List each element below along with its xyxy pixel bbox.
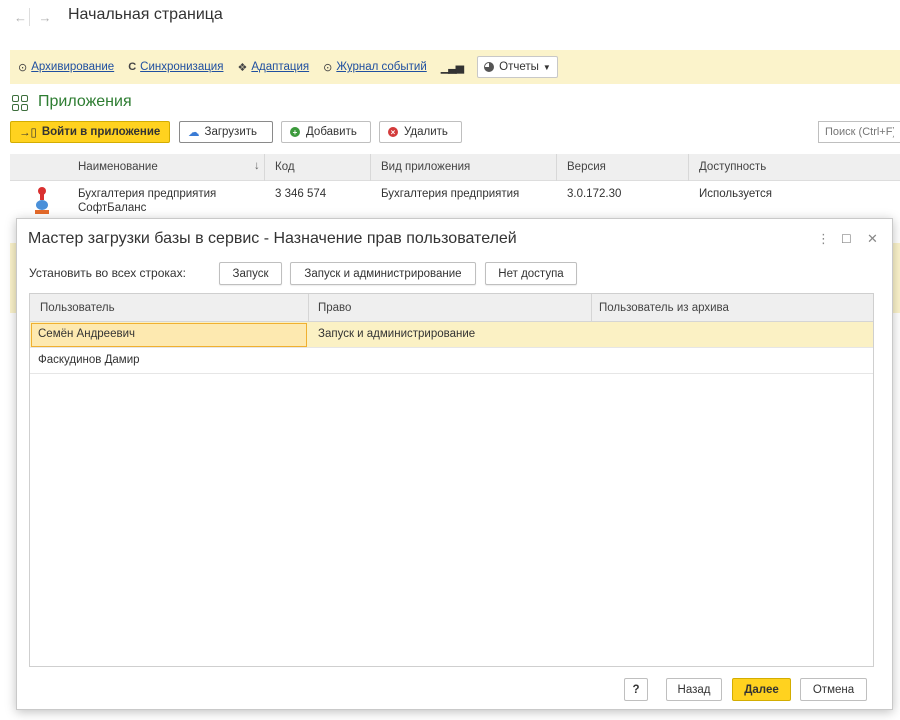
login-app-label: Войти в приложение (41, 126, 161, 138)
stats-command[interactable]: ▁▃▅ (440, 61, 464, 74)
back-step-button[interactable]: Назад (666, 678, 722, 701)
row-user[interactable]: Фаскудинов Дамир (38, 354, 140, 366)
login-icon: →▯ (19, 127, 37, 139)
search-input[interactable] (818, 121, 900, 143)
close-icon[interactable]: ✕ (867, 231, 878, 247)
dialog-title: Мастер загрузки базы в сервис - Назначен… (28, 230, 517, 247)
plus-icon: + (290, 127, 300, 137)
col-archive-user-header[interactable]: Пользователь из архива (599, 302, 729, 314)
col-code-header[interactable]: Код (275, 161, 295, 173)
row-user[interactable]: Семён Андреевич (38, 328, 135, 340)
delete-button[interactable]: × Удалить (379, 121, 462, 143)
section-title: Приложения (38, 93, 132, 110)
upload-button[interactable]: ☁ Загрузить (179, 121, 273, 143)
help-button[interactable]: ? (624, 678, 648, 701)
app-name-line2[interactable]: СофтБаланс (78, 202, 146, 214)
event-log-command[interactable]: ⊙ Журнал событий (323, 61, 427, 74)
adaptation-command[interactable]: ❖ Адаптация (237, 61, 309, 74)
app-version[interactable]: 3.0.172.30 (567, 188, 621, 200)
upload-wizard-dialog: Мастер загрузки базы в сервис - Назначен… (16, 218, 893, 710)
app-logo-icon (35, 187, 49, 214)
col-name-header[interactable]: Наименование (78, 161, 158, 173)
archive-command[interactable]: ⊙ Архивирование (18, 61, 114, 74)
col-user-header[interactable]: Пользователь (40, 302, 115, 314)
refresh-icon: C (128, 61, 137, 73)
cloud-upload-icon: ☁ (188, 127, 200, 139)
row-right[interactable]: Запуск и администрирование (318, 328, 475, 340)
delete-icon: × (388, 127, 398, 137)
adaptation-link[interactable]: Адаптация (251, 61, 309, 73)
event-log-link[interactable]: Журнал событий (336, 61, 426, 73)
app-code[interactable]: 3 346 574 (275, 188, 326, 200)
arrow-left-icon: ← (14, 9, 27, 25)
col-right-header[interactable]: Право (318, 302, 351, 314)
set-all-rows-label: Установить во всех строках: (29, 266, 186, 280)
reports-dropdown[interactable]: Отчеты ▼ (477, 56, 558, 78)
col-version-header[interactable]: Версия (567, 161, 606, 173)
puzzle-icon: ❖ (237, 61, 248, 74)
app-availability[interactable]: Используется (699, 188, 772, 200)
apps-grid-icon (12, 95, 28, 111)
set-no-access-button[interactable]: Нет доступа (485, 262, 577, 285)
sort-down-icon[interactable]: ↓ (254, 160, 260, 172)
back-button[interactable]: ← (12, 8, 30, 26)
command-bar: ⊙ Архивирование C Синхронизация ❖ Адапта… (10, 50, 900, 84)
more-options-icon[interactable]: ⋮ (817, 231, 830, 247)
cancel-button[interactable]: Отмена (800, 678, 867, 701)
login-app-button[interactable]: →▯ Войти в приложение (10, 121, 170, 143)
upload-label: Загрузить (204, 126, 258, 138)
arrow-right-icon: → (38, 9, 52, 25)
user-rights-table: Пользователь Право Пользователь из архив… (29, 293, 874, 667)
pie-chart-icon (484, 62, 495, 72)
table-row[interactable]: Семён Андреевич Запуск и администрирован… (30, 322, 873, 348)
user-rights-header: Пользователь Право Пользователь из архив… (30, 294, 873, 322)
forward-button[interactable]: → (36, 8, 54, 26)
reports-label: Отчеты (499, 61, 539, 73)
app-name-line1[interactable]: Бухгалтерия предприятия (78, 188, 216, 200)
archive-link[interactable]: Архивирование (31, 61, 114, 73)
add-button[interactable]: + Добавить (281, 121, 371, 143)
sync-command[interactable]: C Синхронизация (128, 61, 223, 73)
app-kind[interactable]: Бухгалтерия предприятия (381, 188, 519, 200)
maximize-icon[interactable]: ☐ (841, 232, 852, 246)
col-availability-header[interactable]: Доступность (699, 161, 766, 173)
col-kind-header[interactable]: Вид приложения (381, 161, 470, 173)
add-label: Добавить (306, 126, 357, 138)
sync-link[interactable]: Синхронизация (140, 61, 223, 73)
bar-chart-icon: ▁▃▅ (440, 61, 464, 74)
chevron-down-icon: ▼ (542, 62, 551, 72)
history-icon: ⊙ (323, 61, 333, 74)
set-launch-admin-button[interactable]: Запуск и администрирование (290, 262, 476, 285)
page-title: Начальная страница (68, 6, 223, 23)
next-step-button[interactable]: Далее (732, 678, 791, 701)
clock-icon: ⊙ (18, 61, 28, 74)
table-row[interactable]: Фаскудинов Дамир (30, 348, 873, 374)
set-launch-button[interactable]: Запуск (219, 262, 282, 285)
delete-label: Удалить (404, 126, 448, 138)
